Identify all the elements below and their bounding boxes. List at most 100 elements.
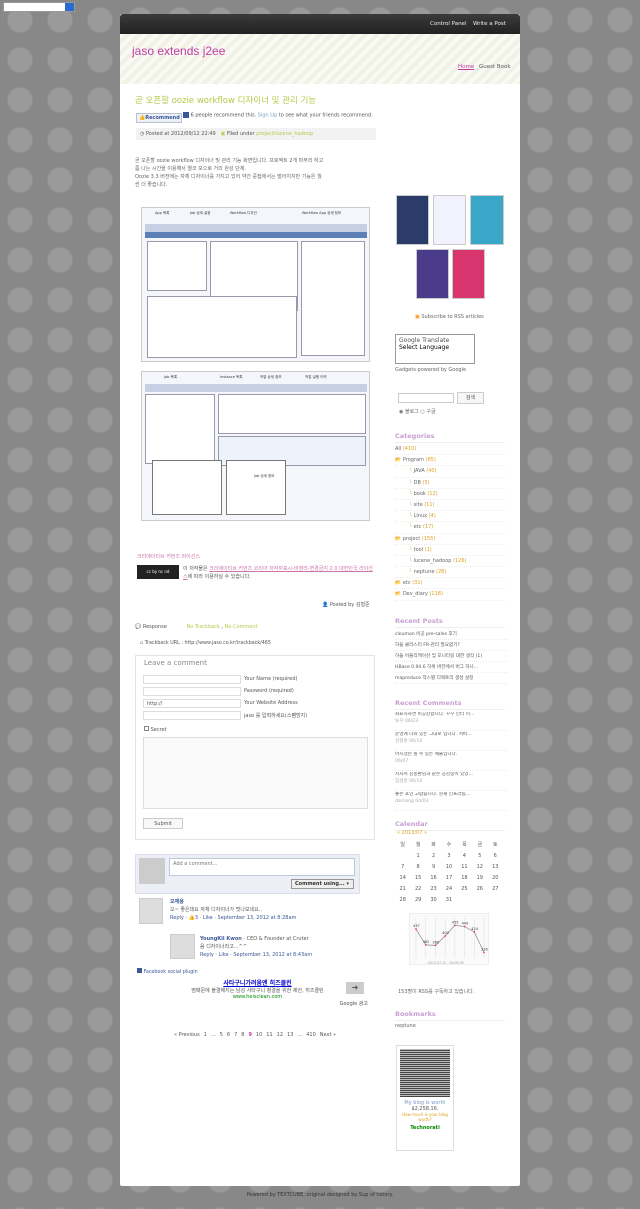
category-item[interactable]: └ Linux (4) bbox=[395, 511, 505, 523]
category-item[interactable]: All (410) bbox=[395, 444, 505, 456]
calendar-day[interactable]: 20 bbox=[488, 872, 503, 883]
recent-comment-item[interactable]: 좌표하자면 비공감합니다. 꾸꾸 인터 이... 뉴꾸 06/23 bbox=[395, 711, 507, 731]
write-post-link[interactable]: Write a Post bbox=[473, 21, 506, 27]
comment-using-button[interactable]: Comment using... ▾ bbox=[291, 879, 354, 889]
category-item[interactable]: └ tool (1) bbox=[395, 545, 505, 556]
category-item[interactable]: └ site (11) bbox=[395, 500, 505, 512]
page-link[interactable]: 9 bbox=[248, 1032, 251, 1038]
page-link[interactable]: 410 bbox=[306, 1032, 316, 1038]
screenshot-workflow-designer[interactable]: App 목록 Job 상세 설정 Workflow 디자인 Workflow A… bbox=[141, 207, 370, 362]
captcha-input[interactable] bbox=[143, 711, 241, 720]
calendar-day[interactable]: 10 bbox=[441, 861, 456, 872]
filed-under-link[interactable]: project/lucene_hadoop bbox=[256, 131, 313, 137]
calendar-day[interactable]: 25 bbox=[457, 883, 472, 894]
page-link[interactable]: ... bbox=[297, 1032, 302, 1038]
category-item[interactable]: 📂 etc (31) bbox=[395, 578, 505, 590]
arrow-right-icon[interactable]: ➜ bbox=[346, 982, 364, 994]
gadgets-powered[interactable]: Gadgets powered by Google bbox=[395, 367, 466, 373]
nav-guestbook[interactable]: Guest Book bbox=[479, 64, 511, 70]
category-item[interactable]: └ neptune (28) bbox=[395, 567, 505, 579]
calendar-day[interactable]: 16 bbox=[426, 872, 441, 883]
calendar-day[interactable]: 6 bbox=[488, 850, 503, 861]
recent-comment-item[interactable]: 아시겠만 될 수 있는 예물입니다. 06/07 bbox=[395, 751, 507, 771]
trackback-link[interactable]: No Trackback bbox=[186, 624, 219, 630]
category-item[interactable]: └ JAVA (40) bbox=[395, 466, 505, 478]
book-cover[interactable] bbox=[396, 195, 429, 245]
category-item[interactable]: 📂 project (155) bbox=[395, 534, 505, 545]
calendar-day[interactable]: 5 bbox=[472, 850, 487, 861]
submit-button[interactable]: Submit bbox=[143, 818, 183, 829]
search-input[interactable] bbox=[398, 393, 454, 403]
calendar-day[interactable]: 13 bbox=[488, 861, 503, 872]
calendar-day[interactable]: 17 bbox=[441, 872, 456, 883]
calendar-day[interactable]: 1 bbox=[410, 850, 425, 861]
calendar-day[interactable]: 22 bbox=[410, 883, 425, 894]
page-link[interactable]: 6 bbox=[227, 1032, 230, 1038]
calendar-day[interactable]: 12 bbox=[472, 861, 487, 872]
recent-comment-item[interactable]: 저자서 김동환님과 같은 공감중이 있었... 임성준 06/10 bbox=[395, 771, 507, 791]
calendar-day[interactable]: 31 bbox=[441, 894, 456, 905]
category-item[interactable]: └ book (12) bbox=[395, 489, 505, 500]
name-input[interactable] bbox=[143, 675, 241, 684]
comment-link[interactable]: No Comment bbox=[225, 624, 258, 630]
book-cover[interactable] bbox=[433, 195, 466, 245]
radio-google[interactable]: ○ bbox=[420, 409, 424, 415]
calendar-day[interactable]: 15 bbox=[410, 872, 425, 883]
screenshot-job-manager[interactable]: Job 목록 Instance 목록 작업 상세 정보 작업 실행 이력 Job… bbox=[141, 371, 370, 521]
book-cover[interactable] bbox=[452, 249, 485, 299]
category-item[interactable]: 📂 Program (85) bbox=[395, 455, 505, 467]
page-link[interactable]: 5 bbox=[220, 1032, 223, 1038]
secret-checkbox[interactable]: Secret bbox=[144, 726, 167, 733]
category-item[interactable]: └ DB (5) bbox=[395, 478, 505, 489]
page-link[interactable]: 8 bbox=[241, 1032, 244, 1038]
recent-post-item[interactable]: mapreduce 작스별 디렉토리 생성 설정 bbox=[395, 673, 507, 684]
page-link[interactable]: 7 bbox=[234, 1032, 237, 1038]
category-item[interactable]: └ etc (17) bbox=[395, 522, 505, 534]
calendar-day[interactable]: 26 bbox=[472, 883, 487, 894]
blog-title[interactable]: jaso extends j2ee bbox=[132, 44, 225, 58]
recent-post-item[interactable]: cloumon 비공 pre-sales 후기 bbox=[395, 629, 507, 640]
calendar-day[interactable]: 18 bbox=[457, 872, 472, 883]
page-link[interactable]: 12 bbox=[277, 1032, 283, 1038]
page-link[interactable]: 10 bbox=[256, 1032, 262, 1038]
calendar-day[interactable]: 28 bbox=[395, 894, 410, 905]
recent-comment-item[interactable]: 좋은 포인 고맙습니다. 현재 인프라팀... damang 04/03 bbox=[395, 791, 507, 811]
nav-home[interactable]: Home bbox=[458, 64, 474, 70]
recommend-button[interactable]: 👍Recommend bbox=[136, 113, 182, 123]
technorati-badge[interactable]: My blog is worth $2,258.16. How much is … bbox=[396, 1045, 454, 1151]
calendar-day[interactable]: 8 bbox=[410, 861, 425, 872]
calendar-day[interactable]: 24 bbox=[441, 883, 456, 894]
ad-block[interactable]: 사타구니가려움엔 히즈클린 땀때문에 불결해지는 남성 사타구니 청결을 위한 … bbox=[145, 978, 370, 1012]
calendar-day[interactable]: 23 bbox=[426, 883, 441, 894]
book-cover[interactable] bbox=[416, 249, 449, 299]
calendar-day[interactable]: 2 bbox=[426, 850, 441, 861]
fb-plugin-label[interactable]: Facebook social plugin bbox=[137, 968, 198, 975]
signup-link[interactable]: Sign Up bbox=[258, 113, 277, 119]
page-link[interactable]: 11 bbox=[266, 1032, 272, 1038]
bookmark-neptune[interactable]: neptune bbox=[395, 1023, 416, 1029]
recent-post-item[interactable]: 하둡 클러스터 FR-관리 필요없기? bbox=[395, 640, 507, 651]
recent-comment-item[interactable]: 운영에 나와 있는 그대로 입니다. 서버... 김형준 06/10 bbox=[395, 731, 507, 751]
calendar-day[interactable]: 19 bbox=[472, 872, 487, 883]
rss-link[interactable]: ▣ Subscribe to RSS articles bbox=[415, 314, 484, 320]
calendar-day[interactable]: 27 bbox=[488, 883, 503, 894]
calendar-nav[interactable]: « 2013/07 » bbox=[397, 830, 427, 836]
page-link[interactable]: 13 bbox=[287, 1032, 293, 1038]
comment-textarea[interactable] bbox=[143, 737, 368, 809]
book-cover[interactable] bbox=[470, 195, 504, 245]
page-link[interactable]: Next » bbox=[320, 1032, 336, 1038]
calendar-day[interactable]: 7 bbox=[395, 861, 410, 872]
category-item[interactable]: └ lucene_hadoop (126) bbox=[395, 556, 505, 568]
calendar-day[interactable]: 30 bbox=[426, 894, 441, 905]
radio-blog[interactable]: ◉ bbox=[399, 409, 403, 415]
recent-post-item[interactable]: 하둡 어플리케이션 및 모니터링 대한 생각 (1) bbox=[395, 651, 507, 662]
website-input[interactable]: http:// bbox=[143, 699, 241, 708]
recent-post-item[interactable]: HBase 0.94.6 하위 버전에서 버그 하나... bbox=[395, 662, 507, 673]
page-link[interactable]: « Previous bbox=[174, 1032, 200, 1038]
password-input[interactable] bbox=[143, 687, 241, 696]
calendar-day[interactable]: 9 bbox=[426, 861, 441, 872]
fb-comment-input[interactable]: Add a comment... bbox=[169, 858, 355, 876]
calendar-day[interactable]: 21 bbox=[395, 883, 410, 894]
page-link[interactable]: ... bbox=[211, 1032, 216, 1038]
calendar-day[interactable]: 29 bbox=[410, 894, 425, 905]
